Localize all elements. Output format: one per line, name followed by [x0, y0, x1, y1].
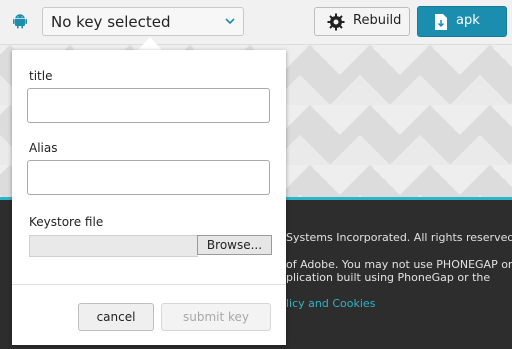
- rebuild-button[interactable]: Rebuild: [314, 7, 410, 36]
- apk-button-label: apk: [456, 13, 480, 28]
- title-field-label: title: [29, 69, 53, 83]
- apk-download-button[interactable]: apk: [417, 6, 507, 37]
- chevron-down-icon: [225, 18, 235, 25]
- top-toolbar: No key selected Rebuild apk: [0, 0, 512, 45]
- title-field[interactable]: [27, 88, 270, 123]
- android-icon: [13, 14, 27, 29]
- keystore-file-label: Keystore file: [29, 215, 104, 229]
- dialog-divider: [12, 284, 286, 285]
- popover-caret: [138, 37, 162, 50]
- alias-field-label: Alias: [29, 141, 58, 155]
- cancel-button[interactable]: cancel: [78, 303, 154, 331]
- add-key-dialog: title Alias Keystore file Browse... canc…: [12, 50, 286, 345]
- footer-copyright-text: Systems Incorporated. All rights reserve…: [286, 231, 512, 244]
- footer-trademark-text-2: plication built using PhoneGap or the: [286, 271, 491, 284]
- submit-key-button[interactable]: submit key: [161, 303, 271, 331]
- keystore-file-path[interactable]: [29, 235, 198, 257]
- rebuild-button-label: Rebuild: [353, 13, 402, 28]
- alias-field[interactable]: [27, 160, 270, 195]
- signing-key-select-value: No key selected: [51, 13, 171, 31]
- footer-trademark-text: of Adobe. You may not use PHONEGAP or: [286, 258, 512, 271]
- footer-privacy-link[interactable]: licy and Cookies: [286, 297, 375, 310]
- file-download-icon: [435, 14, 447, 30]
- browse-button[interactable]: Browse...: [197, 235, 272, 255]
- signing-key-select[interactable]: No key selected: [42, 7, 244, 36]
- rebuild-gear-icon: [327, 13, 345, 31]
